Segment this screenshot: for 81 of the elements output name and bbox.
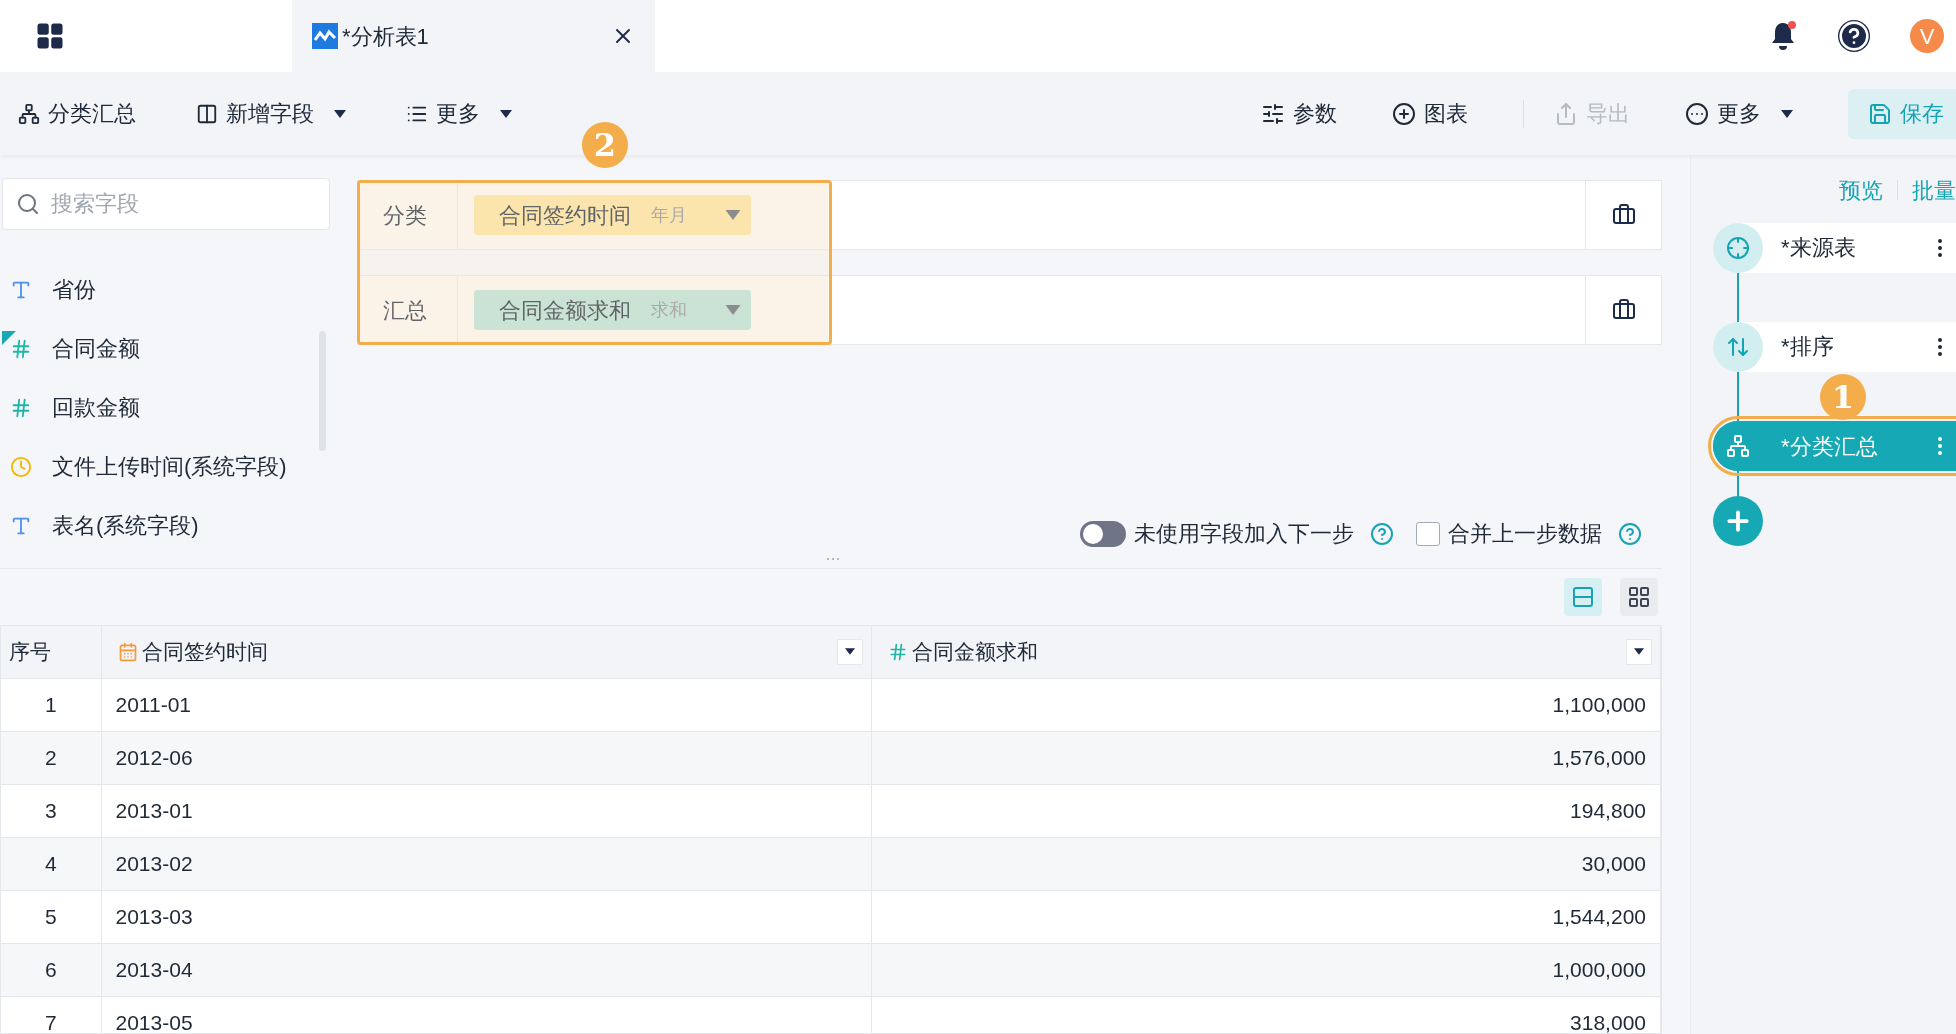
- briefcase-icon[interactable]: [1611, 298, 1636, 322]
- field-item[interactable]: 回款金额: [2, 378, 319, 437]
- hierarchy-icon: [1726, 434, 1750, 458]
- column-menu-button[interactable]: [836, 638, 863, 665]
- option-label: 未使用字段加入下一步: [1134, 520, 1354, 548]
- column-header[interactable]: 序号: [1, 626, 101, 678]
- table-cell: 1: [1, 678, 101, 731]
- table-cell: 4: [1, 837, 101, 890]
- toggle-switch[interactable]: [1080, 520, 1126, 547]
- caret-icon: [725, 210, 741, 220]
- page-title: 分类汇总: [18, 97, 136, 130]
- plus-circle-icon: [1392, 101, 1416, 126]
- app-grid-icon[interactable]: [35, 21, 65, 51]
- tab-title: *分析表1: [342, 22, 430, 51]
- field-item[interactable]: 合同金额: [2, 319, 319, 378]
- step-badge: 2: [582, 122, 628, 168]
- flow-step[interactable]: *来源表: [1713, 222, 1956, 273]
- field-item[interactable]: 表名(系统字段): [2, 496, 319, 555]
- table-cell: 1,100,000: [871, 678, 1661, 731]
- caret-icon: [1634, 648, 1644, 656]
- column-menu-button[interactable]: [1626, 638, 1652, 665]
- caret-icon: [1781, 109, 1793, 118]
- crosshair-icon: [1726, 235, 1750, 260]
- caret-icon: [725, 305, 741, 315]
- ellipsis-icon: [1685, 101, 1709, 126]
- caret-icon: [500, 109, 512, 118]
- step-badge: 1: [1820, 374, 1866, 420]
- save-icon: [1868, 101, 1892, 126]
- hierarchy-icon: [18, 102, 40, 125]
- table-cell: 2013-02: [101, 837, 871, 890]
- table-cell: 2013-04: [101, 943, 871, 996]
- checkbox[interactable]: [1416, 521, 1440, 546]
- column-header[interactable]: 合同签约时间: [101, 626, 871, 678]
- clock-icon: [10, 455, 32, 478]
- table-cell: 1,576,000: [871, 731, 1661, 784]
- toolbar-button[interactable]: 更多: [1685, 97, 1793, 130]
- calendar-icon: [117, 641, 138, 662]
- table-cell: 1,544,200: [871, 890, 1661, 943]
- table-cell: 3: [1, 784, 101, 837]
- table-cell: 7: [1, 996, 101, 1033]
- table-cell: 194,800: [871, 784, 1661, 837]
- toolbar-menu[interactable]: 更多: [406, 97, 512, 130]
- grid-icon: [1627, 585, 1651, 609]
- flow-step[interactable]: *排序: [1713, 321, 1956, 372]
- document-tab[interactable]: *分析表1: [292, 0, 655, 72]
- field-item[interactable]: 省份: [2, 260, 319, 319]
- columns-icon: [196, 102, 218, 125]
- row-label: 分类: [358, 181, 458, 249]
- search-field[interactable]: 搜索字段: [2, 178, 330, 230]
- table-cell: 2013-03: [101, 890, 871, 943]
- hash-icon: [10, 337, 32, 360]
- hash-icon: [10, 396, 32, 419]
- share-icon: [1554, 101, 1578, 126]
- table-cell: 1,000,000: [871, 943, 1661, 996]
- caret-icon: [334, 109, 346, 118]
- table-cell: 6: [1, 943, 101, 996]
- field-item[interactable]: 文件上传时间(系统字段): [2, 437, 319, 496]
- table-cell: 2012-06: [101, 731, 871, 784]
- resize-handle-icon[interactable]: [826, 557, 840, 561]
- table-cell: 2: [1, 731, 101, 784]
- field-chip[interactable]: 合同金额求和 求和: [474, 290, 751, 330]
- field-chip[interactable]: 合同签约时间 年月: [474, 195, 751, 235]
- column-header[interactable]: 合同金额求和: [871, 626, 1661, 678]
- table-cell: 5: [1, 890, 101, 943]
- sliders-icon: [1261, 101, 1285, 126]
- table-cell: 2013-05: [101, 996, 871, 1033]
- toolbar-button[interactable]: 参数: [1261, 97, 1337, 130]
- search-icon: [16, 192, 40, 216]
- toolbar-button[interactable]: 图表: [1392, 97, 1468, 130]
- table-cell: 30,000: [871, 837, 1661, 890]
- toolbar-menu[interactable]: 新增字段: [196, 97, 346, 130]
- briefcase-icon[interactable]: [1611, 203, 1636, 227]
- caret-icon: [844, 648, 855, 656]
- add-step-button[interactable]: [1713, 496, 1763, 546]
- table-cell: 318,000: [871, 996, 1661, 1033]
- option-label: 合并上一步数据: [1448, 520, 1602, 548]
- grid-view-button[interactable]: [1620, 578, 1658, 616]
- table-cell: 2013-01: [101, 784, 871, 837]
- table-cell: 2011-01: [101, 678, 871, 731]
- rows-icon: [1571, 585, 1595, 609]
- row-label: 汇总: [358, 276, 458, 344]
